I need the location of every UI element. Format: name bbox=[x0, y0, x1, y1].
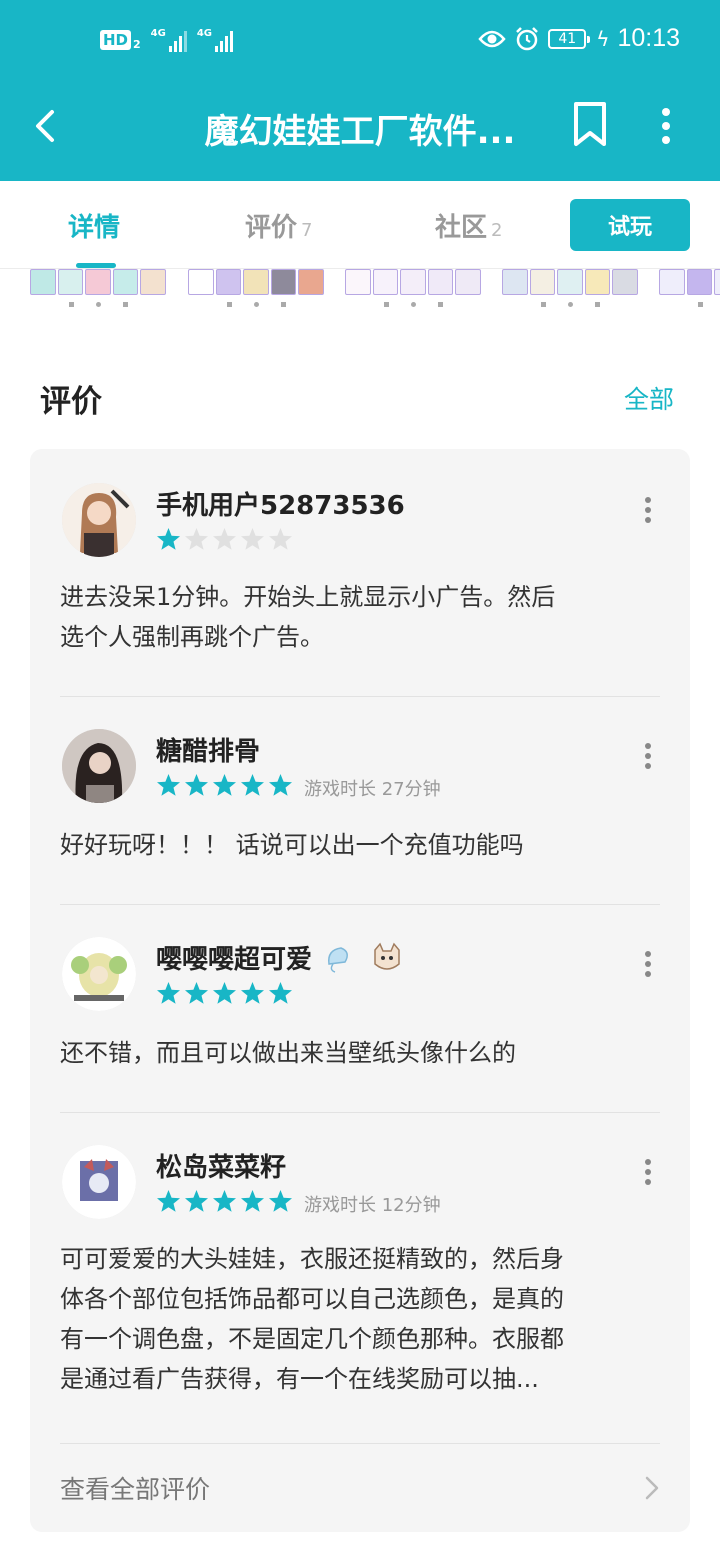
alarm-icon bbox=[516, 26, 539, 50]
tab-bar: 详情 评价 7 社区 2 试玩 bbox=[0, 181, 720, 269]
reviews-section-title: 评价 bbox=[40, 384, 102, 420]
screenshot-nav-icons bbox=[659, 299, 720, 309]
hd-sim-index: 2 bbox=[133, 37, 141, 51]
view-all-reviews-link[interactable]: 查看全部评价 bbox=[60, 1470, 210, 1506]
review-username[interactable]: 松岛菜菜籽 bbox=[156, 1147, 286, 1184]
review-text: 进去没呆1分钟。开始头上就显示小广告。然后 选个人强制再跳个广告。 bbox=[60, 583, 556, 651]
star-empty-icon bbox=[213, 528, 236, 550]
star-rating bbox=[156, 981, 293, 1006]
review-username[interactable]: 糖醋排骨 bbox=[156, 731, 260, 768]
star-filled-icon bbox=[269, 982, 292, 1004]
star-empty-icon bbox=[185, 528, 208, 550]
bookmark-icon bbox=[574, 102, 606, 146]
review-text: 好好玩呀！！！ 话说可以出一个充值功能吗 bbox=[60, 831, 524, 859]
star-filled-icon bbox=[269, 774, 292, 796]
review-username[interactable]: 嘤嘤嘤超可爱 bbox=[156, 939, 404, 976]
tab-details[interactable]: 详情 bbox=[68, 207, 120, 244]
screenshot-carousel[interactable] bbox=[0, 269, 720, 313]
back-button[interactable] bbox=[26, 102, 66, 150]
more-vertical-icon bbox=[662, 108, 670, 144]
star-filled-icon bbox=[269, 1190, 292, 1212]
screenshot-nav-icons bbox=[188, 299, 324, 309]
star-rating bbox=[156, 1189, 293, 1214]
star-filled-icon bbox=[213, 774, 236, 796]
review-text: 还不错，而且可以做出来当壁纸头像什么的 bbox=[60, 1039, 516, 1067]
reviews-card: 手机用户52873536 进去没呆1分钟。开始头上就显示小广告。然后 选个人强制… bbox=[30, 449, 690, 1532]
star-empty-icon bbox=[241, 528, 264, 550]
screenshot-thumbnail[interactable] bbox=[659, 269, 720, 295]
review-text: 可可爱爱的大头娃娃，衣服还挺精致的，然后身 体各个部位包括饰品都可以自己选颜色，… bbox=[60, 1245, 564, 1393]
charging-icon: ϟ bbox=[596, 26, 610, 51]
clock: 10:13 bbox=[617, 24, 680, 52]
star-filled-icon bbox=[185, 982, 208, 1004]
review-username[interactable]: 手机用户52873536 bbox=[156, 485, 405, 522]
screenshot-thumbnail[interactable] bbox=[30, 269, 166, 295]
review-more-button[interactable] bbox=[636, 947, 660, 983]
review-more-button[interactable] bbox=[636, 1155, 660, 1191]
chevron-left-icon bbox=[36, 110, 54, 142]
active-tab-indicator bbox=[76, 263, 116, 268]
star-rating bbox=[156, 773, 293, 798]
tab-community-count: 2 bbox=[491, 220, 503, 241]
try-play-button[interactable]: 试玩 bbox=[570, 199, 690, 251]
screenshot-thumbnail[interactable] bbox=[345, 269, 481, 295]
tab-reviews-label: 评价 bbox=[245, 213, 298, 243]
tab-reviews[interactable]: 评价 7 bbox=[245, 207, 312, 244]
star-filled-icon bbox=[157, 982, 180, 1004]
review-more-button[interactable] bbox=[636, 493, 660, 529]
star-filled-icon bbox=[241, 774, 264, 796]
status-bar: HD 2 4G 4G 41 ϟ 10:13 bbox=[0, 0, 720, 84]
network-type-sim2: 4G bbox=[196, 28, 213, 39]
divider bbox=[60, 1443, 660, 1444]
review-playtime: 游戏时长 27分钟 bbox=[304, 779, 441, 800]
avatar[interactable] bbox=[62, 729, 136, 803]
tab-community-label: 社区 bbox=[435, 213, 488, 243]
screenshot-nav-icons bbox=[502, 299, 638, 309]
screenshot-nav-icons bbox=[345, 299, 481, 309]
chevron-right-icon[interactable] bbox=[642, 1474, 662, 1502]
hd-icon: HD bbox=[100, 30, 132, 50]
screenshot-thumbnail[interactable] bbox=[502, 269, 638, 295]
star-filled-icon bbox=[185, 1190, 208, 1212]
star-empty-icon bbox=[269, 528, 292, 550]
signal-icon-sim2: 4G bbox=[196, 28, 234, 52]
avatar[interactable] bbox=[62, 1145, 136, 1219]
network-type-sim1: 4G bbox=[150, 28, 166, 39]
balloon-emoji-icon bbox=[328, 947, 349, 973]
battery-icon: 41 bbox=[548, 28, 591, 49]
tab-details-label: 详情 bbox=[68, 213, 121, 243]
divider bbox=[60, 1112, 660, 1113]
avatar[interactable] bbox=[62, 483, 136, 557]
screenshot-nav-icons bbox=[30, 299, 166, 309]
more-options-button[interactable] bbox=[650, 104, 682, 148]
star-rating bbox=[156, 527, 293, 552]
star-filled-icon bbox=[213, 982, 236, 1004]
avatar[interactable] bbox=[62, 937, 136, 1011]
app-header: HD 2 4G 4G 41 ϟ 10:13 魔幻娃娃工厂软件... bbox=[0, 0, 720, 181]
divider bbox=[60, 696, 660, 697]
all-reviews-link[interactable]: 全部 bbox=[624, 380, 674, 416]
eye-icon bbox=[478, 30, 506, 47]
signal-icon-sim1: 4G bbox=[151, 28, 187, 52]
divider bbox=[60, 904, 660, 905]
page-title: 魔幻娃娃工厂软件... bbox=[204, 112, 516, 152]
star-filled-icon bbox=[241, 1190, 264, 1212]
star-filled-icon bbox=[213, 1190, 236, 1212]
review-more-button[interactable] bbox=[636, 739, 660, 775]
star-filled-icon bbox=[157, 528, 180, 550]
screenshot-thumbnail[interactable] bbox=[188, 269, 324, 295]
review-playtime: 游戏时长 12分钟 bbox=[304, 1195, 441, 1216]
star-filled-icon bbox=[157, 1190, 180, 1212]
tab-community[interactable]: 社区 2 bbox=[435, 207, 502, 244]
nav-bar: 魔幻娃娃工厂软件... bbox=[0, 84, 720, 181]
cat-emoji-icon bbox=[374, 942, 400, 970]
bookmark-button[interactable] bbox=[570, 100, 610, 148]
tab-reviews-count: 7 bbox=[301, 220, 313, 241]
star-filled-icon bbox=[157, 774, 180, 796]
star-filled-icon bbox=[185, 774, 208, 796]
star-filled-icon bbox=[241, 982, 264, 1004]
